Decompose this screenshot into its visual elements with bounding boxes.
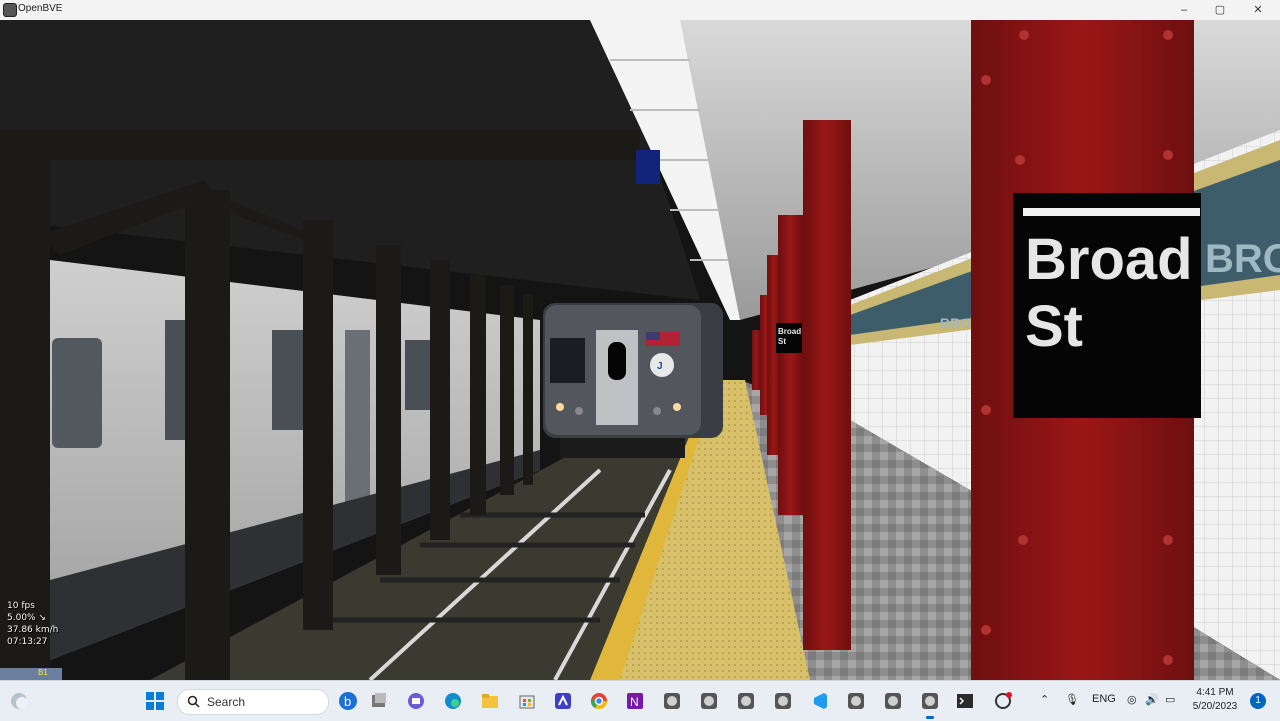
- station-sign-small: Broad St: [776, 323, 802, 353]
- openbve-window: OpenBVE – ▢ ✕ BRO BRO J Broad St Broad S…: [0, 0, 1280, 721]
- openbve-icon[interactable]: [918, 689, 942, 719]
- station-sign-small-line2: St: [778, 337, 786, 346]
- terminal-icon[interactable]: [953, 689, 977, 713]
- taskbar-search-box[interactable]: Search b: [177, 689, 357, 715]
- direction-sign: [636, 150, 660, 184]
- onenote-icon[interactable]: N: [623, 689, 647, 713]
- svg-text:b: b: [344, 694, 351, 709]
- teams-chat-icon[interactable]: [404, 689, 428, 713]
- openbve-icon[interactable]: [771, 689, 795, 713]
- openbve-icon[interactable]: [660, 689, 684, 713]
- openbve-icon[interactable]: [734, 689, 758, 713]
- edge-icon[interactable]: [441, 689, 465, 713]
- clock-date: 5/20/2023: [1192, 701, 1238, 712]
- minimize-button[interactable]: –: [1166, 0, 1202, 20]
- network-icon[interactable]: ◎: [1127, 693, 1137, 706]
- start-icon[interactable]: [143, 689, 167, 713]
- microphone-icon[interactable]: 🎙: [1065, 693, 1079, 706]
- hud-notch-indicator: B1: [0, 668, 62, 680]
- openai-icon[interactable]: [991, 689, 1015, 713]
- file-explorer-icon[interactable]: [478, 689, 502, 713]
- show-hidden-icons-chevron-icon[interactable]: ⌃: [1040, 693, 1049, 706]
- station-sign-small-line1: Broad: [778, 327, 801, 336]
- task-view-icon[interactable]: [367, 689, 391, 713]
- train-hud: 10 fps 5.00% ↘ 37.86 km/h 07:13:27: [7, 600, 58, 648]
- hud-fps: 10 fps: [7, 601, 35, 611]
- station-scene: BRO BRO J Broad St Broad St: [0, 20, 1280, 680]
- wall-mosaic-label-far: BRO: [940, 315, 971, 331]
- station-sign-large: Broad St: [1013, 193, 1201, 418]
- hud-gradient: 5.00% ↘: [7, 613, 46, 623]
- hud-time: 07:13:27: [7, 637, 48, 647]
- title-bar[interactable]: OpenBVE – ▢ ✕: [0, 0, 1280, 21]
- openbve-app-icon: [3, 3, 17, 17]
- hud-notch-label: B1: [38, 668, 48, 677]
- chrome-icon[interactable]: [587, 689, 611, 713]
- vscode-icon[interactable]: [808, 689, 832, 713]
- windows-taskbar: Search b N ⌃ 🎙 ENG ◎ 🔊 ▭ 4:41 PM 5/20/20…: [0, 680, 1280, 721]
- route-bullet-label: J: [657, 361, 663, 372]
- openbve-icon[interactable]: [881, 689, 905, 713]
- simulation-viewport[interactable]: BRO BRO J Broad St Broad St: [0, 20, 1280, 680]
- approaching-train: J: [543, 303, 723, 458]
- svg-text:N: N: [630, 695, 639, 709]
- clock-time: 4:41 PM: [1196, 687, 1234, 698]
- hud-speed: 37.86 km/h: [7, 625, 59, 635]
- taskbar-clock[interactable]: 4:41 PM 5/20/2023: [1190, 686, 1240, 714]
- maximize-button[interactable]: ▢: [1202, 0, 1238, 20]
- battery-icon[interactable]: ▭: [1165, 693, 1175, 706]
- search-label: Search: [207, 695, 246, 709]
- openbve-icon[interactable]: [844, 689, 868, 713]
- close-button[interactable]: ✕: [1240, 0, 1276, 20]
- store-icon[interactable]: [515, 689, 539, 713]
- visual-studio-icon[interactable]: [551, 689, 575, 713]
- window-title: OpenBVE: [18, 3, 63, 14]
- station-sign-large-line2: St: [1025, 294, 1083, 359]
- search-icon: [187, 695, 200, 708]
- weather-icon[interactable]: [7, 689, 31, 713]
- notification-badge[interactable]: 1: [1250, 693, 1266, 709]
- volume-icon[interactable]: 🔊: [1145, 693, 1159, 706]
- wall-mosaic-label: BRO: [1205, 237, 1280, 281]
- language-indicator[interactable]: ENG: [1092, 693, 1116, 705]
- station-sign-large-line1: Broad: [1025, 227, 1193, 292]
- bing-icon[interactable]: b: [338, 691, 358, 711]
- openbve-icon[interactable]: [697, 689, 721, 713]
